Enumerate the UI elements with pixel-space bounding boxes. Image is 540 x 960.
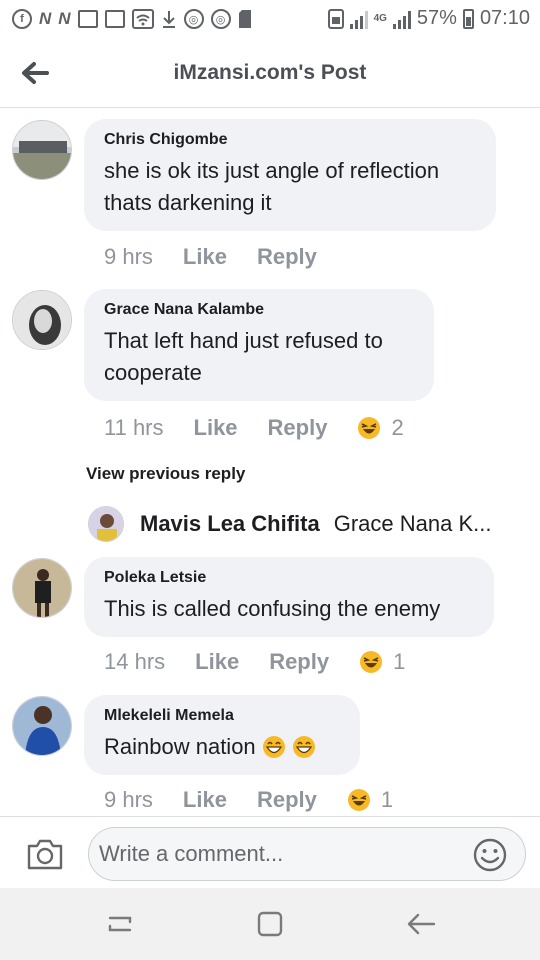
status-bar: f N N ◎ ◎ 4G 57% 07:10	[0, 0, 540, 38]
avatar[interactable]	[88, 506, 124, 542]
comment-actions: 9 hrs Like Reply 1	[104, 787, 393, 813]
like-button[interactable]: Like	[183, 787, 227, 813]
comment-bubble[interactable]: Chris Chigombe she is ok its just angle …	[84, 119, 496, 231]
comment-text: she is ok its just angle of reflection t…	[104, 155, 476, 219]
download-icon	[161, 8, 177, 30]
comment-text: That left hand just refused to cooperate	[104, 325, 414, 389]
battery-percent: 57%	[416, 7, 457, 29]
comment-time: 9 hrs	[104, 787, 153, 812]
reaction-summary[interactable]: 1	[359, 649, 405, 675]
comment-actions: 14 hrs Like Reply 1	[104, 649, 405, 675]
gallery-icon	[104, 10, 125, 28]
like-button[interactable]: Like	[195, 649, 239, 675]
reply-snippet: Grace Nana K...	[333, 511, 492, 536]
comment-time: 9 hrs	[104, 244, 153, 269]
recent-apps-icon	[108, 916, 132, 932]
like-button[interactable]: Like	[183, 244, 227, 270]
sync-icon: ◎	[210, 9, 231, 29]
post-header: iMzansi.com's Post	[0, 38, 540, 108]
comment-input[interactable]	[88, 827, 526, 881]
sim-icon	[327, 8, 344, 30]
reaction-count: 2	[391, 415, 404, 440]
camera-button[interactable]	[26, 837, 64, 871]
sd-card-icon	[238, 8, 252, 30]
back-icon	[407, 913, 436, 935]
comment-line: That left hand just refused to	[104, 328, 383, 353]
facebook-icon: f	[12, 9, 32, 29]
avatar[interactable]	[12, 696, 72, 756]
comment-bubble[interactable]: Mlekeleli Memela Rainbow nation	[84, 695, 360, 775]
reply-preview[interactable]: Mavis Lea Chifita Grace Nana K...	[88, 504, 528, 544]
gallery-icon	[77, 10, 98, 28]
reply-button[interactable]: Reply	[268, 415, 328, 441]
avatar[interactable]	[12, 290, 72, 350]
signal-icon	[349, 9, 368, 29]
notification-icons: f N N ◎ ◎	[12, 8, 252, 30]
signal-icon	[392, 9, 411, 29]
avatar[interactable]	[12, 558, 72, 618]
reaction-summary[interactable]: 1	[347, 787, 393, 813]
wifi-icon	[131, 8, 154, 30]
camera-icon	[27, 839, 63, 870]
comment-line: thats darkening it	[104, 190, 272, 215]
reply-author[interactable]: Mavis Lea Chifita	[140, 511, 320, 537]
system-indicators: 4G 57% 07:10	[327, 7, 530, 30]
news-icon: N	[58, 9, 71, 28]
comment-time: 14 hrs	[104, 649, 166, 674]
grinning-emoji-icon	[262, 736, 285, 758]
haha-emoji-icon	[347, 789, 370, 811]
home-button[interactable]	[252, 908, 288, 940]
comment-time: 11 hrs	[104, 415, 164, 440]
page-title: iMzansi.com's Post	[173, 61, 367, 84]
comment-line: she is ok its just angle of reflection	[104, 158, 440, 183]
comment-line: Rainbow nation	[104, 734, 256, 759]
reply-button[interactable]: Reply	[257, 244, 317, 270]
reaction-count: 1	[393, 649, 406, 674]
smiley-icon	[473, 838, 507, 872]
news-icon: N	[39, 9, 52, 28]
battery-icon	[462, 8, 474, 29]
home-icon	[257, 911, 283, 937]
clock: 07:10	[479, 7, 530, 29]
reply-button[interactable]: Reply	[257, 787, 317, 813]
comment-actions: 9 hrs Like Reply	[104, 244, 317, 270]
comment-bubble[interactable]: Grace Nana Kalambe That left hand just r…	[84, 289, 434, 401]
comment-author[interactable]: Chris Chigombe	[104, 131, 476, 149]
reaction-count: 1	[380, 787, 394, 812]
comment-author[interactable]: Mlekeleli Memela	[104, 707, 340, 725]
comment-author[interactable]: Grace Nana Kalambe	[104, 301, 414, 319]
view-previous-reply-link[interactable]: View previous reply	[86, 464, 245, 484]
comment-list: Chris Chigombe she is ok its just angle …	[0, 108, 540, 816]
grinning-emoji-icon	[292, 736, 315, 758]
haha-emoji-icon	[360, 651, 383, 673]
reply-button[interactable]: Reply	[269, 649, 329, 675]
avatar[interactable]	[12, 120, 72, 180]
comment-text: Rainbow nation	[104, 731, 340, 763]
reaction-summary[interactable]: 2	[357, 415, 404, 441]
comment-line: This is called confusing the enemy	[104, 596, 441, 621]
haha-emoji-icon	[358, 417, 381, 439]
sticker-button[interactable]	[472, 837, 508, 873]
comment-line: cooperate	[104, 360, 202, 385]
system-navigation-bar	[0, 888, 540, 960]
comment-actions: 11 hrs Like Reply 2	[104, 415, 404, 441]
sync-icon: ◎	[183, 9, 204, 29]
network-type: 4G	[373, 12, 387, 24]
back-nav-button[interactable]	[404, 908, 440, 940]
comment-bubble[interactable]: Poleka Letsie This is called confusing t…	[84, 557, 494, 637]
recent-apps-button[interactable]	[102, 908, 138, 940]
comment-author[interactable]: Poleka Letsie	[104, 569, 474, 587]
comment-composer	[0, 816, 540, 888]
like-button[interactable]: Like	[194, 415, 238, 441]
comment-text: This is called confusing the enemy	[104, 593, 474, 625]
